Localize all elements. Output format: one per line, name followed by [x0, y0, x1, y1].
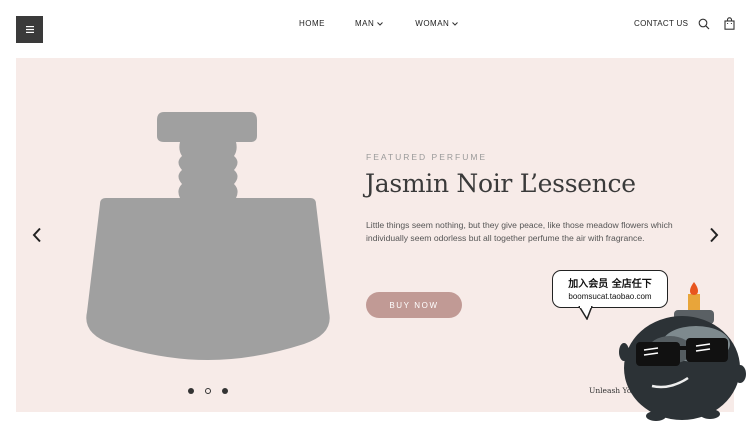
- shopping-bag-icon[interactable]: [724, 17, 735, 30]
- hamburger-icon: [25, 26, 34, 33]
- promo-line-2: boomsucat.taobao.com: [568, 292, 652, 301]
- slide-dot-active[interactable]: [205, 388, 211, 394]
- search-icon[interactable]: [698, 18, 710, 30]
- nav-item-label: HOME: [299, 19, 325, 28]
- contact-us-link[interactable]: CONTACT US: [634, 19, 688, 28]
- slide-indicators: [188, 388, 228, 394]
- nav-item-man[interactable]: MAN: [355, 19, 384, 28]
- buy-now-button[interactable]: BUY NOW: [366, 292, 462, 318]
- perfume-bottle-image: [86, 112, 330, 360]
- main-nav: HOME MAN WOMAN: [299, 19, 459, 28]
- chevron-down-icon: [377, 21, 384, 26]
- previous-slide-arrow[interactable]: [32, 227, 42, 243]
- speech-bubble-tail: [578, 306, 593, 320]
- promo-line-1: 加入会员 全店任下: [568, 279, 652, 290]
- promo-speech-bubble: 加入会员 全店任下 boomsucat.taobao.com: [552, 270, 668, 308]
- nav-item-woman[interactable]: WOMAN: [415, 19, 459, 28]
- chevron-down-icon: [452, 21, 459, 26]
- menu-button[interactable]: [16, 16, 43, 43]
- next-slide-arrow[interactable]: [709, 227, 719, 243]
- site-header: HOME MAN WOMAN CONTACT US: [0, 0, 750, 50]
- product-title: Jasmin Noir L’essence: [365, 169, 636, 198]
- product-description: Little things seem nothing, but they giv…: [366, 220, 673, 243]
- slide-dot[interactable]: [188, 388, 194, 394]
- nav-item-home[interactable]: HOME: [299, 19, 325, 28]
- nav-item-label: WOMAN: [415, 19, 450, 28]
- nav-item-label: MAN: [355, 19, 375, 28]
- slide-dot[interactable]: [222, 388, 228, 394]
- featured-eyebrow: FEATURED PERFUME: [366, 152, 488, 162]
